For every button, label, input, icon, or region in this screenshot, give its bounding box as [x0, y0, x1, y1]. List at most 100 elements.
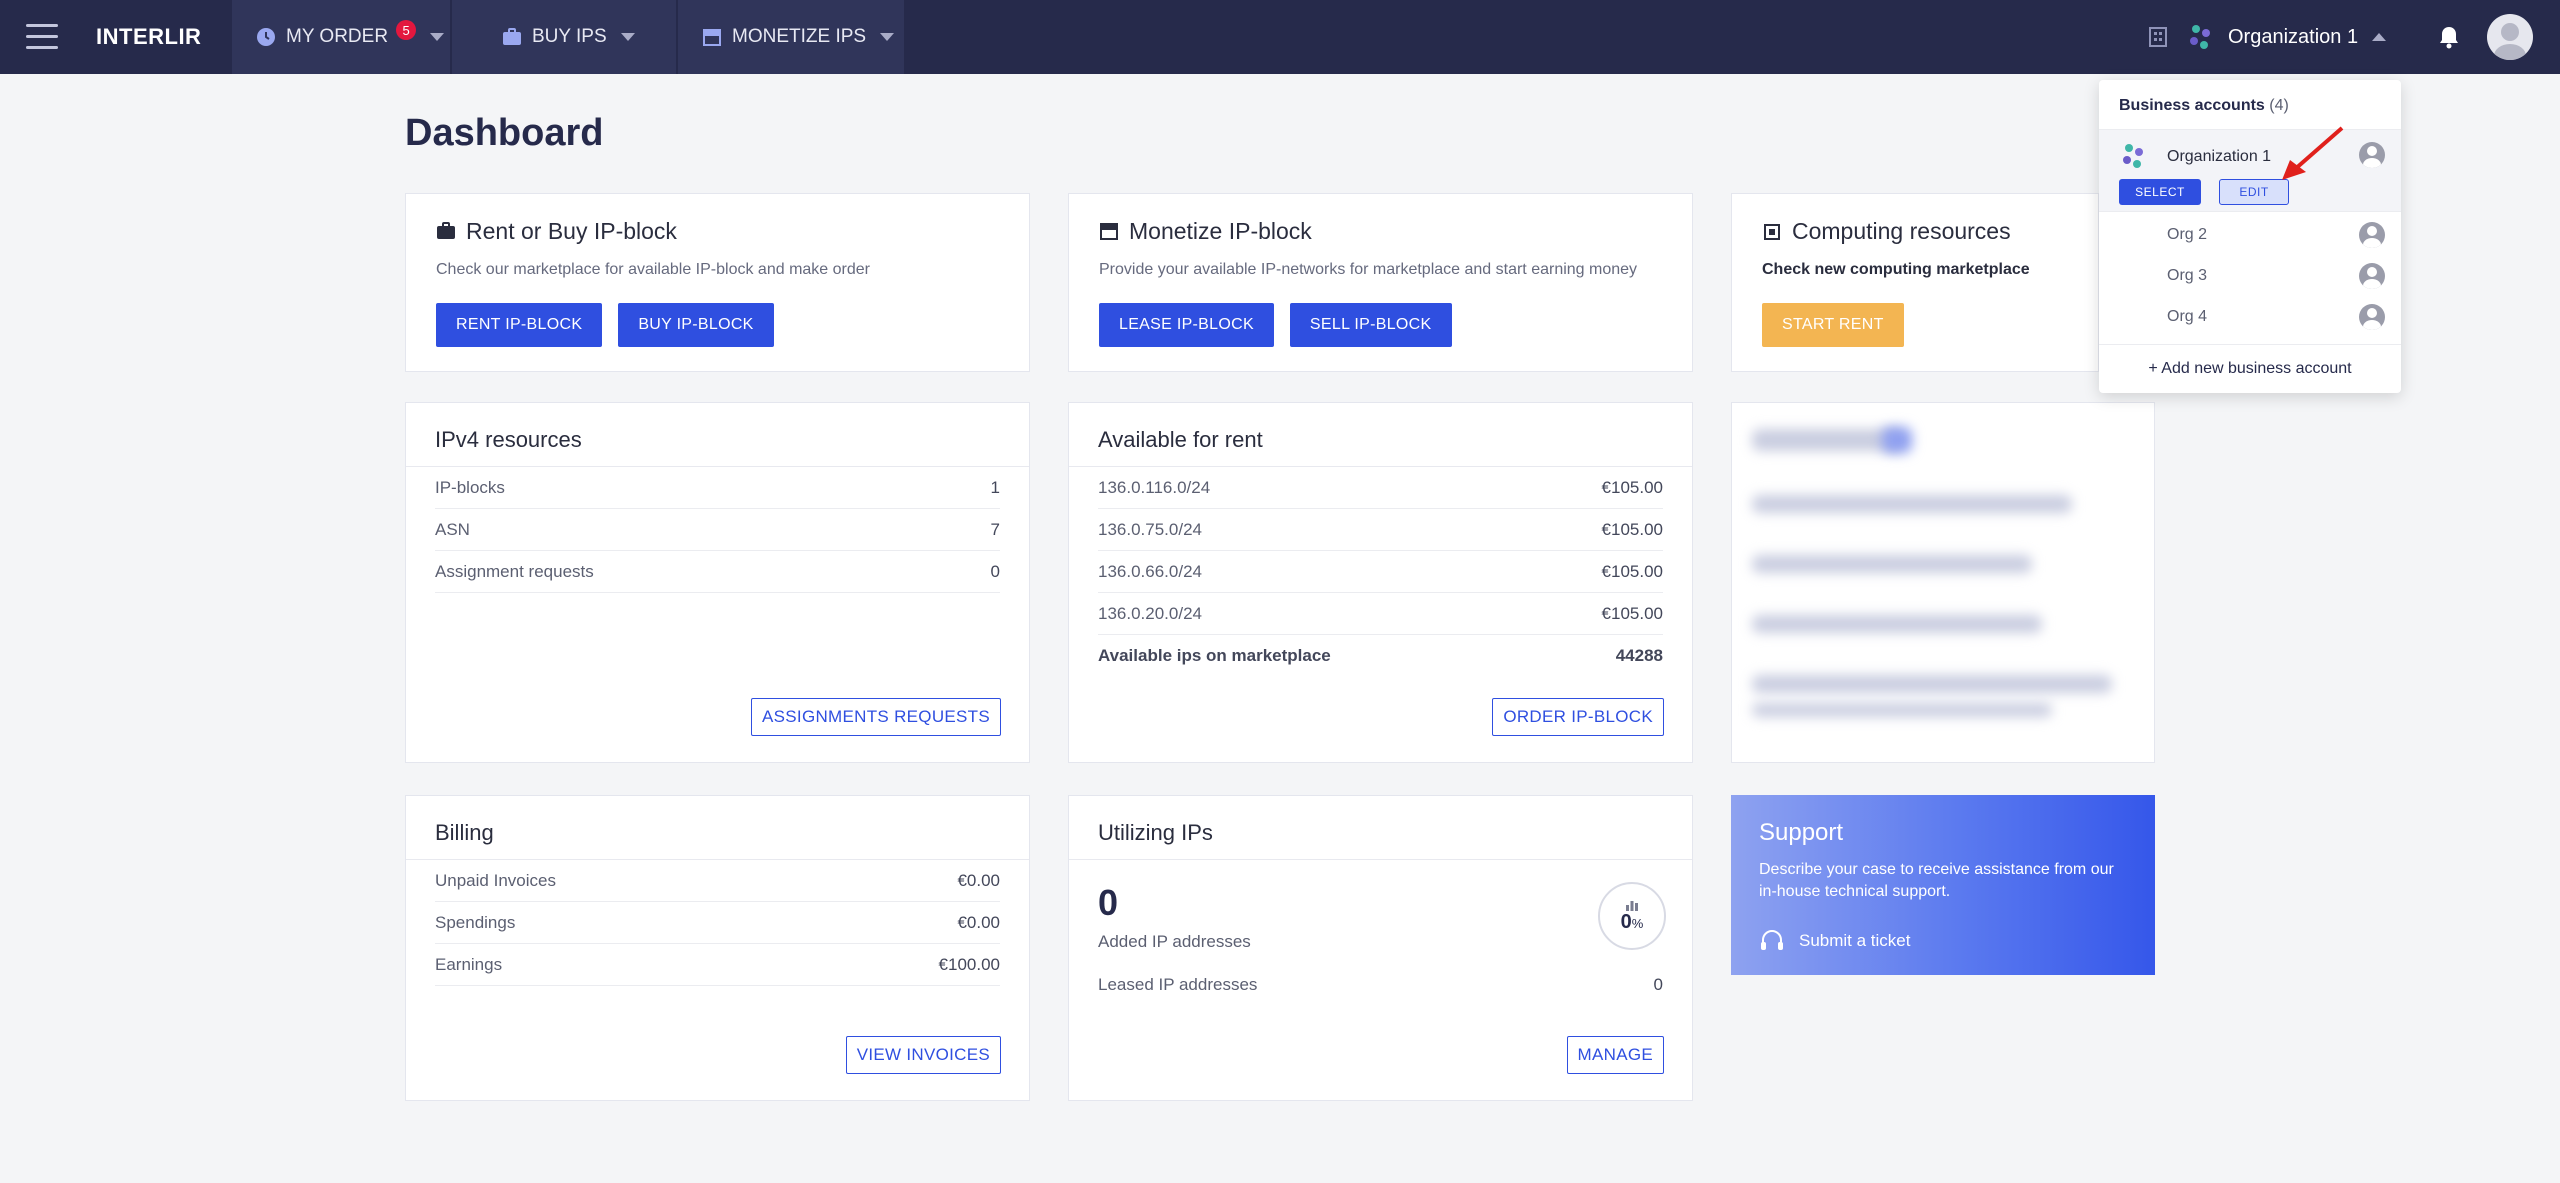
- card-subtitle: Provide your available IP-networks for m…: [1099, 261, 1638, 278]
- row-value: 44288: [1615, 646, 1663, 665]
- buy-ip-block-button[interactable]: BUY IP-BLOCK: [618, 303, 774, 347]
- row-value: €105.00: [1601, 477, 1663, 497]
- row-label: Available ips on marketplace: [1098, 646, 1331, 665]
- user-avatar[interactable]: [2487, 14, 2533, 60]
- blurred-card: [1731, 402, 2155, 763]
- table-row-total: Available ips on marketplace 44288: [1098, 635, 1663, 677]
- row-label: 136.0.20.0/24: [1098, 603, 1202, 623]
- view-invoices-button[interactable]: VIEW INVOICES: [845, 1036, 1001, 1074]
- business-accounts-dropdown: Business accounts (4) Organization 1 SEL…: [2099, 80, 2401, 393]
- table-row: Assignment requests 0: [435, 551, 1000, 593]
- table-row: Earnings €100.00: [435, 944, 1000, 986]
- menu-icon[interactable]: [26, 24, 58, 50]
- dropdown-header: Business accounts (4): [2099, 80, 2401, 130]
- row-label: Leased IP addresses: [1098, 975, 1258, 994]
- submit-ticket-label: Submit a ticket: [1799, 931, 1911, 950]
- rent-ip-block-button[interactable]: RENT IP-BLOCK: [436, 303, 603, 347]
- nav-buy-ips[interactable]: BUY IPS: [452, 0, 676, 74]
- row-label: Spendings: [435, 912, 516, 932]
- org-name: Org 3: [2167, 267, 2208, 284]
- person-icon: [2359, 263, 2385, 289]
- row-value: 0: [1653, 975, 1663, 994]
- dropdown-title: Business accounts: [2119, 97, 2265, 114]
- add-business-account-button[interactable]: + Add new business account: [2099, 344, 2401, 392]
- card-title: Available for rent: [1069, 403, 1692, 467]
- start-rent-button[interactable]: START RENT: [1762, 303, 1904, 347]
- chevron-down-icon: [430, 33, 445, 41]
- monetize-card: Monetize IP-block Provide your available…: [1068, 193, 1693, 372]
- sell-ip-block-button[interactable]: SELL IP-BLOCK: [1289, 303, 1452, 347]
- card-title: Computing resources: [1792, 218, 2011, 244]
- chevron-down-icon: [880, 33, 895, 41]
- row-value: €0.00: [957, 912, 1000, 932]
- row-value: €0.00: [957, 870, 1000, 890]
- nav-my-order-label: MY ORDER: [286, 26, 389, 47]
- account-count: (4): [2269, 97, 2289, 114]
- select-button[interactable]: SELECT: [2119, 179, 2201, 205]
- utilizing-ips-card: Utilizing IPs 0 Added IP addresses 0% Le…: [1068, 795, 1693, 1101]
- nav-my-order[interactable]: MY ORDER 5: [232, 0, 450, 74]
- current-org-name: Organization 1: [2228, 25, 2359, 48]
- row-value: €105.00: [1601, 519, 1663, 539]
- table-row: ASN 7: [435, 509, 1000, 551]
- briefcase-icon: [436, 221, 456, 242]
- row-value: 7: [990, 519, 1000, 539]
- bar-chart-icon: [1626, 900, 1638, 911]
- org-name: Org 4: [2167, 308, 2208, 325]
- chevron-down-icon: [620, 33, 635, 41]
- org-name: Org 2: [2167, 226, 2208, 243]
- row-label: 136.0.66.0/24: [1098, 561, 1202, 581]
- row-value: €105.00: [1601, 603, 1663, 623]
- table-row: 136.0.66.0/24 €105.00: [1098, 551, 1663, 593]
- row-value: 1: [990, 477, 1000, 497]
- edit-button[interactable]: EDIT: [2219, 179, 2289, 205]
- rent-buy-card: Rent or Buy IP-block Check our marketpla…: [405, 193, 1030, 372]
- org-logo-icon: [2186, 23, 2214, 51]
- table-row: 136.0.116.0/24 €105.00: [1098, 467, 1663, 509]
- percent-sign: %: [1631, 915, 1644, 931]
- nav-buy-ips-label: BUY IPS: [532, 26, 607, 47]
- notifications-bell-icon[interactable]: [2436, 24, 2462, 50]
- added-ip-count: 0: [1098, 882, 1119, 923]
- store-icon: [702, 27, 722, 47]
- nav-monetize-ips[interactable]: MONETIZE IPS: [678, 0, 904, 74]
- order-count-badge: 5: [396, 20, 417, 40]
- utilization-percent-circle: 0%: [1598, 882, 1666, 950]
- row-label: IP-blocks: [435, 477, 505, 497]
- row-label: Assignment requests: [435, 561, 594, 581]
- brand-logo[interactable]: INTERLIR: [96, 24, 201, 50]
- card-title: Billing: [406, 796, 1029, 860]
- manage-button[interactable]: MANAGE: [1566, 1036, 1664, 1074]
- card-title: Rent or Buy IP-block: [466, 218, 677, 244]
- headset-icon: [1761, 930, 1783, 950]
- clock-icon: [256, 27, 276, 47]
- person-icon: [2359, 222, 2385, 248]
- row-label: 136.0.75.0/24: [1098, 519, 1202, 539]
- table-row: Spendings €0.00: [435, 902, 1000, 944]
- support-text: Describe your case to receive assistance…: [1759, 861, 2114, 900]
- row-value: €100.00: [938, 954, 1000, 974]
- card-title: Monetize IP-block: [1129, 218, 1312, 244]
- building-icon: [2148, 26, 2168, 48]
- organization-switcher[interactable]: Organization 1: [2148, 18, 2387, 56]
- card-title: Utilizing IPs: [1069, 796, 1692, 860]
- card-subtitle: Check our marketplace for available IP-b…: [436, 261, 870, 278]
- row-value: 0: [990, 561, 1000, 581]
- available-for-rent-card: Available for rent 136.0.116.0/24 €105.00…: [1068, 402, 1693, 763]
- store-icon: [1099, 222, 1119, 242]
- person-icon: [2359, 304, 2385, 330]
- order-ip-block-button[interactable]: ORDER IP-BLOCK: [1492, 698, 1664, 736]
- assignments-requests-button[interactable]: ASSIGNMENTS REQUESTS: [751, 698, 1001, 736]
- added-ip-label: Added IP addresses: [1098, 932, 1251, 951]
- briefcase-icon: [502, 27, 522, 47]
- support-title: Support: [1759, 819, 1844, 846]
- person-icon: [2359, 142, 2385, 168]
- table-row: IP-blocks 1: [435, 467, 1000, 509]
- active-org-name: Organization 1: [2167, 148, 2272, 165]
- support-card: Support Describe your case to receive as…: [1731, 795, 2155, 975]
- submit-ticket-link[interactable]: Submit a ticket: [1759, 929, 2127, 953]
- row-label: Earnings: [435, 954, 503, 974]
- percent-value: 0: [1620, 910, 1632, 933]
- row-label: 136.0.116.0/24: [1098, 477, 1211, 497]
- lease-ip-block-button[interactable]: LEASE IP-BLOCK: [1099, 303, 1274, 347]
